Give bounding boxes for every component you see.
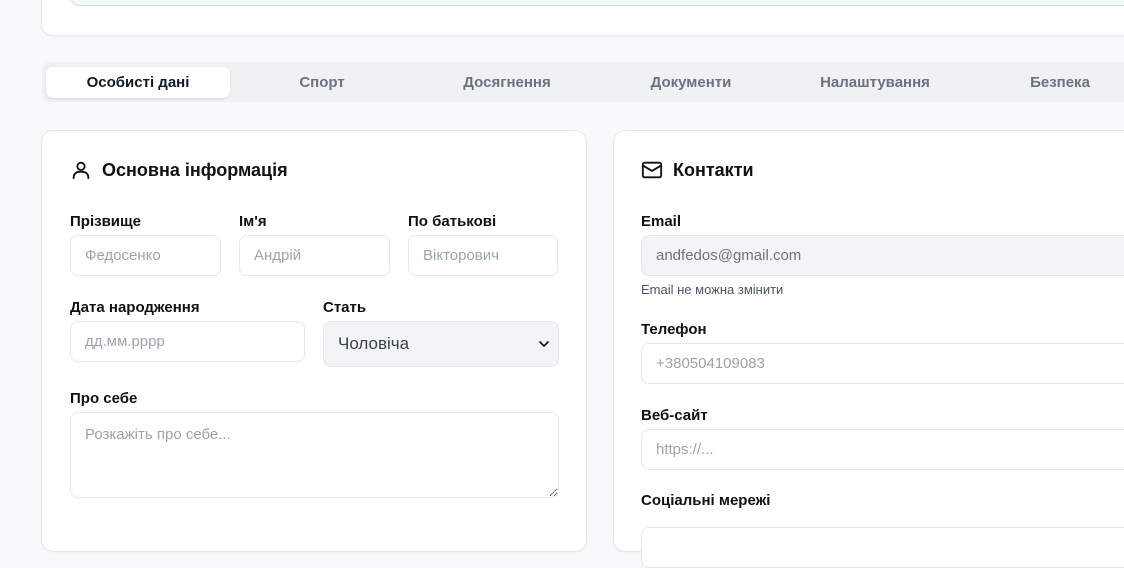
profile-tabs: Особисті дані Спорт Досягнення Документи… xyxy=(42,62,1124,102)
contacts-card: Контакти Email Email не можна змінити Те… xyxy=(613,130,1124,568)
birth-date-input[interactable] xyxy=(70,321,305,362)
gender-value: Чоловіча xyxy=(338,334,410,353)
tab-personal-data[interactable]: Особисті дані xyxy=(46,67,230,98)
birth-date-label: Дата народження xyxy=(70,299,200,316)
chevron-down-icon xyxy=(536,336,552,357)
website-input[interactable] xyxy=(641,429,1124,470)
about-label: Про себе xyxy=(70,390,138,407)
email-help-text: Email не можна змінити xyxy=(641,282,784,297)
user-icon xyxy=(70,159,92,181)
about-textarea[interactable] xyxy=(70,412,559,498)
last-name-input[interactable] xyxy=(70,235,221,276)
social-networks-label: Соціальні мережі xyxy=(641,492,771,509)
basic-info-title: Основна інформація xyxy=(102,159,288,180)
phone-label: Телефон xyxy=(641,321,707,338)
website-label: Веб-сайт xyxy=(641,407,708,424)
patronymic-input[interactable] xyxy=(408,235,558,276)
top-card-inner-panel xyxy=(70,0,1124,6)
tab-security[interactable]: Безпека xyxy=(968,67,1124,98)
tab-settings[interactable]: Налаштування xyxy=(783,67,967,98)
phone-input[interactable] xyxy=(641,343,1124,384)
basic-info-header: Основна інформація xyxy=(70,159,288,181)
patronymic-label: По батькові xyxy=(408,213,497,230)
gender-label: Стать xyxy=(323,299,367,316)
tab-sport[interactable]: Спорт xyxy=(230,67,414,98)
contacts-header: Контакти xyxy=(641,159,754,181)
social-networks-input[interactable] xyxy=(641,527,1124,568)
contacts-title: Контакти xyxy=(673,159,754,180)
last-name-label: Прізвище xyxy=(70,213,142,230)
top-card xyxy=(41,0,1124,36)
mail-icon xyxy=(641,159,663,181)
email-field xyxy=(641,235,1124,276)
tab-achievements[interactable]: Досягнення xyxy=(415,67,599,98)
tab-documents[interactable]: Документи xyxy=(599,67,783,98)
first-name-input[interactable] xyxy=(239,235,390,276)
gender-select[interactable]: Чоловіча xyxy=(323,321,559,367)
email-label: Email xyxy=(641,213,682,230)
basic-info-card: Основна інформація Прізвище Ім'я По бать… xyxy=(41,130,587,552)
first-name-label: Ім'я xyxy=(239,213,267,230)
